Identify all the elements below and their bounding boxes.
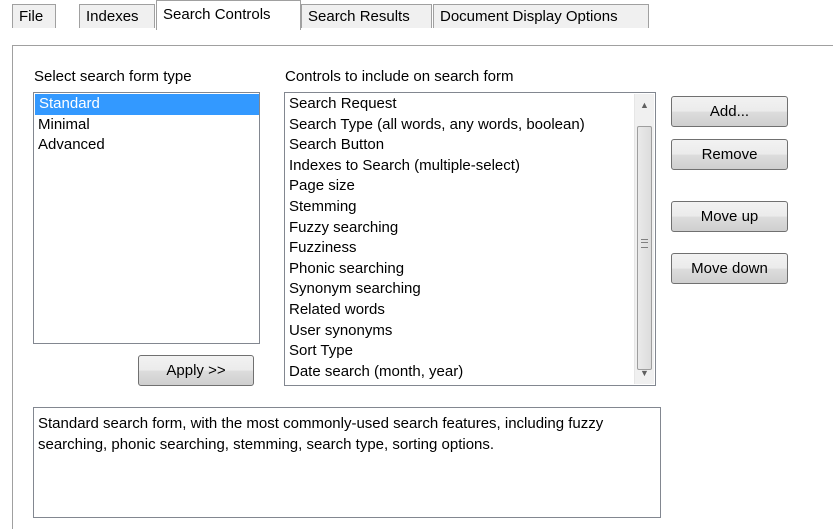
form-type-item-minimal[interactable]: Minimal	[34, 115, 259, 136]
tab-indexes[interactable]: Indexes	[79, 4, 155, 28]
move-up-button[interactable]: Move up	[671, 201, 788, 232]
controls-listbox[interactable]: Search Request Search Type (all words, a…	[284, 92, 656, 386]
scroll-thumb[interactable]	[637, 126, 652, 370]
controls-scrollbar[interactable]: ▲ ▼	[634, 94, 654, 384]
controls-label: Controls to include on search form	[285, 68, 514, 85]
form-type-listbox[interactable]: Standard Minimal Advanced	[33, 92, 260, 344]
tab-document-display-options[interactable]: Document Display Options	[433, 4, 649, 28]
remove-button[interactable]: Remove	[671, 139, 788, 170]
controls-item[interactable]: Fuzzy searching	[285, 218, 655, 239]
controls-item[interactable]: Indexes to Search (multiple-select)	[285, 156, 655, 177]
controls-item[interactable]: Date search (month, year)	[285, 362, 655, 383]
controls-item[interactable]: Search Button	[285, 135, 655, 156]
scroll-down-arrow-icon[interactable]: ▼	[635, 362, 654, 384]
controls-item[interactable]: Fuzziness	[285, 238, 655, 259]
tab-divider	[12, 45, 833, 46]
controls-item[interactable]: Page size	[285, 176, 655, 197]
form-type-label: Select search form type	[34, 68, 192, 85]
scroll-up-arrow-icon[interactable]: ▲	[635, 94, 654, 116]
controls-item[interactable]: Sort Type	[285, 341, 655, 362]
scroll-grip-icon	[641, 239, 648, 248]
tab-search-controls[interactable]: Search Controls	[156, 0, 301, 30]
controls-item[interactable]: Stemming	[285, 197, 655, 218]
controls-item[interactable]: Related words	[285, 300, 655, 321]
tab-file[interactable]: File	[12, 4, 56, 28]
tab-search-results[interactable]: Search Results	[301, 4, 432, 28]
apply-button[interactable]: Apply >>	[138, 355, 254, 386]
controls-item[interactable]: Search Type (all words, any words, boole…	[285, 115, 655, 136]
controls-item[interactable]: Search Request	[285, 94, 655, 115]
add-button[interactable]: Add...	[671, 96, 788, 127]
controls-item[interactable]: User synonyms	[285, 321, 655, 342]
controls-item[interactable]: Phonic searching	[285, 259, 655, 280]
form-description-text: Standard search form, with the most comm…	[38, 415, 604, 453]
dialog-window: File Indexes Search Controls Search Resu…	[0, 0, 833, 529]
move-down-button[interactable]: Move down	[671, 253, 788, 284]
form-type-item-advanced[interactable]: Advanced	[34, 135, 259, 156]
page-border	[12, 45, 13, 529]
form-type-item-standard[interactable]: Standard	[35, 94, 259, 115]
form-description-box: Standard search form, with the most comm…	[33, 407, 661, 518]
controls-item[interactable]: Synonym searching	[285, 279, 655, 300]
